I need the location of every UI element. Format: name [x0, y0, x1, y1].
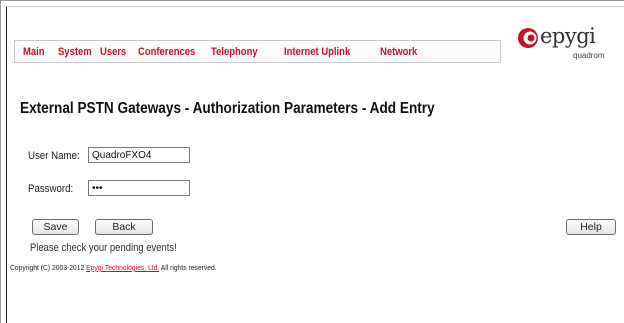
back-button[interactable]: Back: [95, 219, 153, 235]
menu-item-system[interactable]: System: [58, 46, 92, 58]
pending-events-link[interactable]: Please check your pending events!: [30, 242, 177, 254]
copyright-suffix: All rights reserved.: [159, 263, 217, 272]
menu-item-main[interactable]: Main: [23, 46, 45, 58]
save-button[interactable]: Save: [32, 219, 79, 235]
copyright-company-link[interactable]: Epygi Technologies, Ltd.: [86, 263, 159, 272]
frame-top-border: [6, 6, 624, 7]
frame-left-border: [6, 6, 7, 323]
menu-item-network[interactable]: Network: [380, 46, 417, 58]
copyright-text: Copyright (C) 2003-2012 Epygi Technologi…: [10, 263, 217, 272]
menu-item-users[interactable]: Users: [100, 46, 126, 58]
logo-subtitle: quadrom: [573, 51, 605, 60]
menu-item-internet-uplink[interactable]: Internet Uplink: [284, 46, 350, 58]
menu-item-telephony[interactable]: Telephony: [211, 46, 258, 58]
epygi-logo-icon: [518, 28, 538, 48]
logo-wordmark: epygi: [540, 24, 596, 48]
epygi-logo: epygi quadrom: [517, 23, 613, 63]
password-input[interactable]: [88, 180, 190, 196]
password-label: Password:: [28, 183, 74, 195]
copyright-prefix: Copyright (C) 2003-2012: [10, 263, 87, 272]
username-label: User Name:: [28, 150, 80, 162]
page-title: External PSTN Gateways - Authorization P…: [20, 100, 435, 117]
menu-item-conferences[interactable]: Conferences: [138, 46, 195, 58]
username-input[interactable]: [88, 147, 190, 163]
main-menu-bar: Main System Users Conferences Telephony …: [14, 40, 501, 63]
help-button[interactable]: Help: [566, 219, 616, 235]
